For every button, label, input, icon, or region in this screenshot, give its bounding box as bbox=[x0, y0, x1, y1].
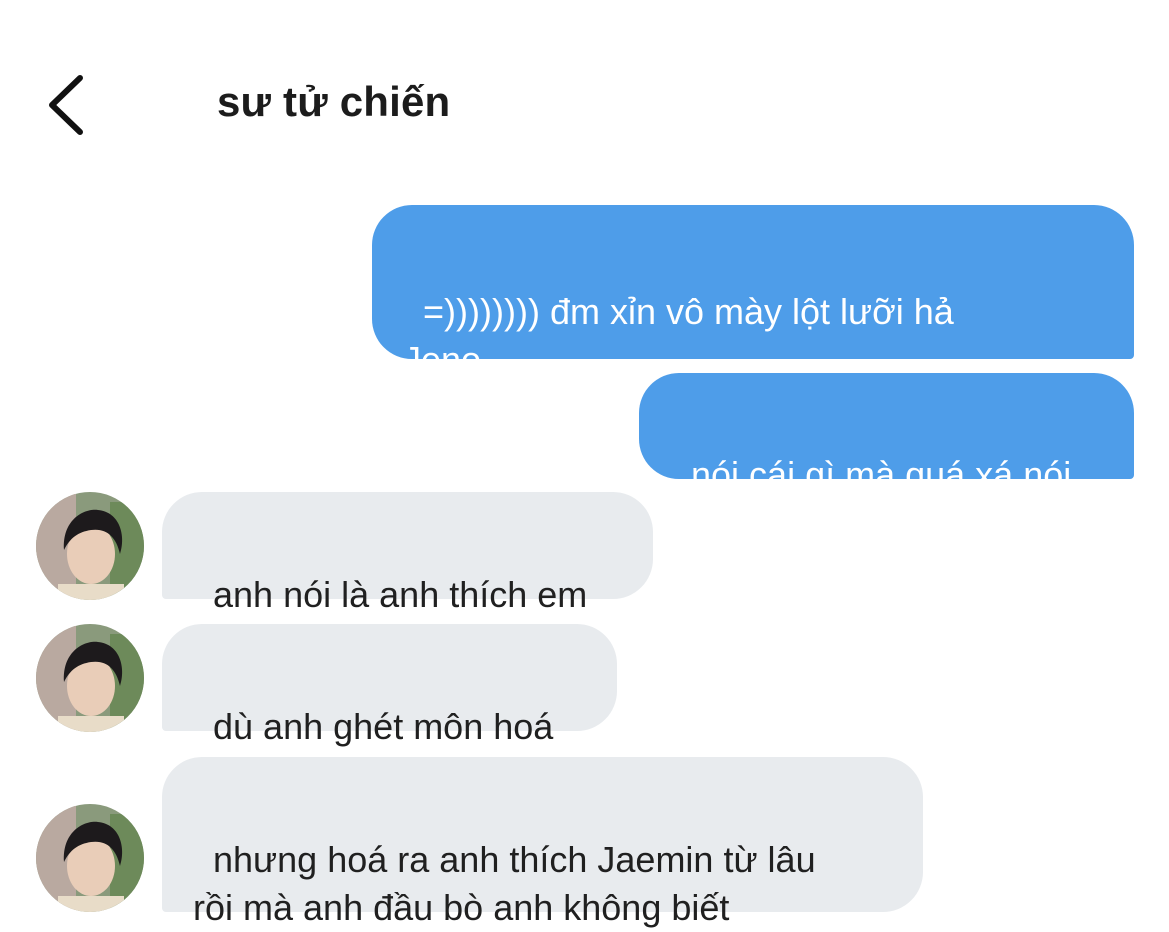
avatar-image bbox=[36, 492, 144, 600]
outgoing-message[interactable]: nói cái gì mà quá xá nói bbox=[639, 373, 1134, 495]
contact-avatar[interactable] bbox=[36, 492, 144, 600]
chevron-left-icon bbox=[49, 75, 83, 135]
message-text: nhưng hoá ra anh thích Jaemin từ lâu rồi… bbox=[193, 839, 816, 928]
conversation-title: sư tử chiến bbox=[217, 78, 451, 125]
incoming-message[interactable]: dù anh ghét môn hoá bbox=[162, 624, 617, 747]
chat-header: sư tử chiến bbox=[0, 0, 1169, 170]
contact-avatar[interactable] bbox=[36, 624, 144, 732]
message-text: nói cái gì mà quá xá nói bbox=[691, 454, 1072, 495]
outgoing-message[interactable]: =)))))))) đm xỉn vô mày lột lưỡi hả Jeno bbox=[372, 205, 1134, 380]
avatar-image bbox=[36, 804, 144, 912]
avatar-image bbox=[36, 624, 144, 732]
message-text: =)))))))) đm xỉn vô mày lột lưỡi hả Jeno bbox=[403, 291, 954, 380]
incoming-message[interactable]: anh nói là anh thích em bbox=[162, 492, 653, 615]
contact-avatar[interactable] bbox=[36, 804, 144, 912]
incoming-message[interactable]: nhưng hoá ra anh thích Jaemin từ lâu rồi… bbox=[162, 757, 923, 928]
message-text: anh nói là anh thích em bbox=[213, 574, 588, 615]
back-button[interactable] bbox=[40, 70, 100, 140]
message-text: dù anh ghét môn hoá bbox=[213, 706, 554, 747]
